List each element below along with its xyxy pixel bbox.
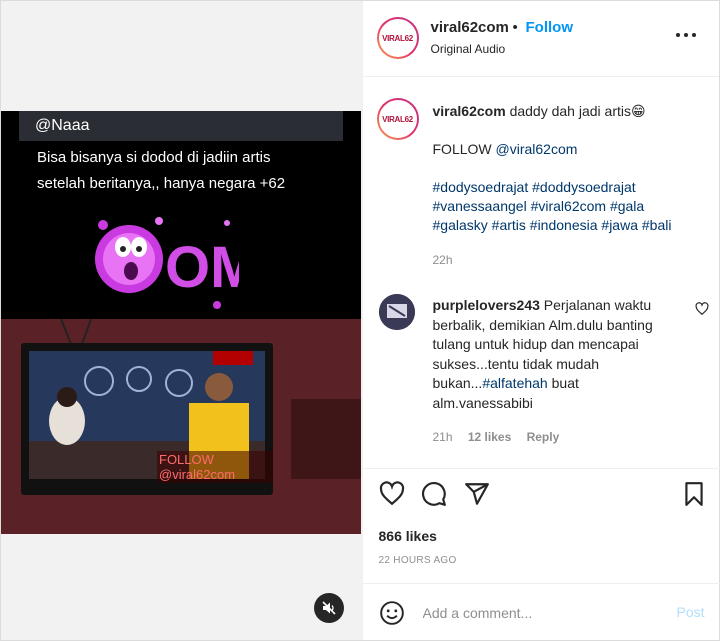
follow-button[interactable]: Follow <box>526 19 574 36</box>
caption-author-avatar[interactable]: VIRAL62 <box>376 98 419 140</box>
author-username[interactable]: viral62com <box>431 19 509 36</box>
hashtag[interactable]: #jawa <box>601 217 638 233</box>
comment-meta: 21h 12 likes Reply <box>433 430 572 444</box>
hashtag[interactable]: #indonesia <box>530 217 598 233</box>
overlay-text-line1: Bisa bisanya si dodod di jadiin artis <box>37 149 271 166</box>
caption-text: daddy dah jadi artis <box>509 103 631 119</box>
comment-hashtag[interactable]: #alfatehah <box>482 375 547 391</box>
caption-emoji: 😁 <box>630 103 646 119</box>
hashtag[interactable]: #gala <box>610 198 644 214</box>
hashtag[interactable]: #doddysoedrajat <box>532 179 636 195</box>
share-icon[interactable] <box>464 481 490 507</box>
heart-icon[interactable] <box>379 481 405 507</box>
hashtag[interactable]: #galasky <box>433 217 488 233</box>
omg-sticker: OMG <box>95 217 239 309</box>
hashtag[interactable]: #viral62com <box>531 198 606 214</box>
bookmark-icon[interactable] <box>681 481 707 507</box>
more-options-icon[interactable] <box>675 31 697 39</box>
comment-timestamp[interactable]: 21h <box>433 430 453 444</box>
caption-follow-prefix: FOLLOW <box>432 141 492 157</box>
caption-username[interactable]: viral62com <box>433 103 506 119</box>
video-frame[interactable]: @Naaa Bisa bisanya si dodod di jadiin ar… <box>1 111 361 534</box>
tv-watermark: FOLLOW @viral62com <box>157 451 273 483</box>
post-header: VIRAL62 viral62com • Follow Original Aud… <box>362 1 719 77</box>
original-audio-link[interactable]: Original Audio <box>431 42 506 56</box>
caption-timestamp[interactable]: 22h <box>433 253 453 267</box>
separator-dot: • <box>512 19 518 36</box>
comment: purplelovers243 Perjalanan waktu berbali… <box>433 296 683 413</box>
instagram-post: @Naaa Bisa bisanya si dodod di jadiin ar… <box>0 0 720 641</box>
avatar-logo: VIRAL62 <box>382 114 413 124</box>
action-bar <box>363 481 720 513</box>
likes-count[interactable]: 866 likes <box>379 528 437 544</box>
comment-icon[interactable] <box>421 481 447 507</box>
hashtag[interactable]: #vanessaangel <box>433 198 527 214</box>
mute-toggle-button[interactable] <box>314 593 344 623</box>
avatar-logo: VIRAL62 <box>382 33 413 43</box>
hashtag[interactable]: #artis <box>492 217 526 233</box>
author-avatar[interactable]: VIRAL62 <box>376 17 419 59</box>
commenter-avatar-image <box>378 294 415 330</box>
post-comment-button[interactable]: Post <box>676 604 704 620</box>
post-media[interactable]: @Naaa Bisa bisanya si dodod di jadiin ar… <box>1 1 362 640</box>
comment-likes[interactable]: 12 likes <box>468 430 511 444</box>
comment-input[interactable] <box>422 602 643 624</box>
emoji-icon[interactable] <box>379 600 405 626</box>
hashtag[interactable]: #dodysoedrajat <box>433 179 529 195</box>
overlay-handle: @Naaa <box>35 117 90 134</box>
omg-text: OMG <box>165 235 239 300</box>
comments-section[interactable]: VIRAL62 viral62com daddy dah jadi artis😁… <box>362 78 720 469</box>
post-details-panel: VIRAL62 viral62com • Follow Original Aud… <box>361 1 720 640</box>
commenter-avatar[interactable] <box>378 294 415 330</box>
caption-mention[interactable]: @viral62com <box>496 141 578 157</box>
tv-set: FOLLOW @viral62com <box>21 343 273 495</box>
post-caption: viral62com daddy dah jadi artis😁 FOLLOW … <box>433 102 703 254</box>
comment-like-heart-icon[interactable] <box>694 302 709 316</box>
reply-button[interactable]: Reply <box>527 430 560 444</box>
caption-hashtags: #dodysoedrajat #doddysoedrajat #vanessaa… <box>433 178 703 235</box>
speaker-muted-icon <box>322 601 336 615</box>
add-comment-bar: Post <box>362 583 720 640</box>
post-time-ago[interactable]: 22 HOURS AGO <box>379 555 457 566</box>
hashtag[interactable]: #bali <box>642 217 672 233</box>
overlay-text-line2: setelah beritanya,, hanya negara +62 <box>37 175 286 192</box>
commenter-username[interactable]: purplelovers243 <box>433 297 540 313</box>
